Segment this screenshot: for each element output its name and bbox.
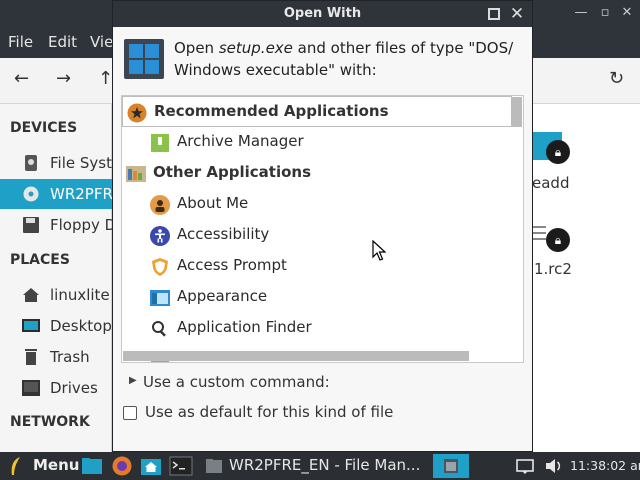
menu-button[interactable]: Menu	[33, 456, 79, 474]
accessibility-icon	[150, 226, 170, 246]
terminal-icon[interactable]	[169, 456, 193, 476]
app-item-access-prompt[interactable]: Access Prompt	[122, 251, 512, 282]
back-arrow-icon[interactable]: ←	[14, 68, 29, 89]
feather-menu-icon[interactable]	[8, 456, 24, 476]
sidebar: DEVICES File System WR2PFRE_EN Floppy Di…	[0, 104, 151, 452]
sidebar-item-label: Desktop	[50, 317, 112, 335]
dialog-title: Open With	[283, 6, 362, 21]
sidebar-item-trash[interactable]: Trash	[0, 342, 112, 372]
application-list[interactable]: Recommended Applications Archive Manager…	[121, 95, 524, 363]
volume-icon[interactable]	[544, 456, 564, 476]
file-label: 1.rc2	[534, 260, 572, 278]
dialog-titlebar: Open With	[113, 1, 532, 27]
home-icon	[23, 288, 39, 302]
maximize-icon[interactable]: ▫	[596, 4, 614, 22]
open-with-dialog: Open With ✕ Open setup.exe and other fil…	[112, 0, 533, 452]
drives-icon	[22, 380, 40, 396]
close-icon[interactable]: ✕	[618, 4, 636, 22]
open-with-task-icon[interactable]	[433, 454, 469, 478]
executable-icon	[124, 39, 164, 79]
sidebar-item-label: linuxlite	[50, 286, 110, 304]
section-label: Recommended Applications	[154, 102, 389, 120]
drive-icon	[25, 155, 37, 171]
maximize-icon[interactable]	[488, 8, 500, 20]
file-manager-task-icon	[206, 459, 222, 473]
section-other-applications[interactable]: Other Applications	[122, 158, 512, 189]
appearance-icon	[150, 290, 170, 306]
custom-command-label: Use a custom command:	[143, 373, 330, 391]
desktop-icon	[22, 319, 40, 332]
app-item-application-finder[interactable]: Application Finder	[122, 313, 512, 344]
lock-icon: 🔒︎	[546, 140, 570, 164]
network-heading: NETWORK	[10, 414, 90, 430]
star-icon	[127, 103, 147, 123]
close-icon[interactable]: ✕	[508, 1, 526, 27]
menu-edit[interactable]: Edit	[48, 33, 77, 51]
sidebar-item-drives[interactable]: Drives	[0, 373, 112, 403]
trash-icon	[25, 349, 37, 365]
file-view: 🔒︎ eadd 🔒︎ 1.rc2	[532, 104, 640, 452]
app-item-accessibility[interactable]: Accessibility	[122, 220, 512, 251]
sidebar-item-desktop[interactable]: Desktop	[0, 311, 112, 341]
sidebar-item-linuxlite[interactable]: linuxlite	[0, 280, 112, 310]
section-recommended-applications[interactable]: Recommended Applications	[122, 96, 512, 127]
floppy-icon	[23, 217, 39, 233]
menu-file[interactable]: File	[8, 33, 33, 51]
sidebar-item-label: Drives	[50, 379, 98, 397]
custom-command-expander[interactable]: ▶ Use a custom command:	[125, 373, 425, 395]
file-label: eadd	[532, 174, 570, 192]
shield-icon	[152, 258, 168, 276]
sidebar-item-label: Trash	[50, 348, 90, 366]
use-as-default-option[interactable]: Use as default for this kind of file	[123, 403, 453, 425]
user-icon	[150, 195, 170, 215]
horizontal-scrollbar[interactable]	[123, 351, 469, 361]
up-arrow-icon[interactable]: ↑	[98, 68, 113, 89]
app-item-about-me[interactable]: About Me	[122, 189, 512, 220]
applications-icon	[126, 166, 146, 182]
filename: setup.exe	[218, 39, 293, 57]
app-label: Application Finder	[177, 318, 312, 336]
mouse-cursor-icon	[372, 240, 386, 261]
lock-icon: 🔒︎	[546, 228, 570, 252]
minimize-icon[interactable]: —	[572, 4, 590, 22]
section-label: Other Applications	[153, 163, 311, 181]
app-label: Archive Manager	[177, 132, 304, 150]
reload-icon[interactable]: ↻	[609, 68, 624, 89]
sidebar-item-file-system[interactable]: File System	[0, 148, 136, 178]
optical-disc-icon	[23, 186, 39, 202]
use-as-default-label: Use as default for this kind of file	[145, 403, 394, 421]
sidebar-item-floppy-disk[interactable]: Floppy Disk	[0, 210, 137, 240]
app-label: Appearance	[177, 287, 268, 305]
app-item-archive-manager[interactable]: Archive Manager	[122, 127, 512, 158]
app-label: Accessibility	[177, 225, 270, 243]
devices-heading: DEVICES	[10, 120, 78, 136]
clock: 11:38:02 am	[570, 458, 640, 473]
app-label: About Me	[177, 194, 249, 212]
taskbar-window-item[interactable]: WR2PFRE_EN - File Man...	[229, 456, 420, 474]
archive-manager-icon	[151, 134, 169, 152]
home-folder-launcher-icon[interactable]	[140, 456, 162, 476]
search-icon	[152, 321, 166, 337]
notification-icon[interactable]	[516, 456, 534, 476]
firefox-icon[interactable]	[111, 456, 133, 476]
app-label: Access Prompt	[177, 256, 287, 274]
taskbar: Menu WR2PFRE_EN - File Man... 11:38:02 a…	[0, 452, 640, 480]
dialog-message: Open setup.exe and other files of type "…	[174, 39, 514, 79]
forward-arrow-icon[interactable]: →	[56, 68, 71, 89]
app-item-appearance[interactable]: Appearance	[122, 282, 512, 313]
vertical-scrollbar[interactable]	[511, 97, 522, 127]
expander-arrow-icon: ▶	[129, 375, 137, 386]
use-as-default-checkbox[interactable]	[123, 406, 137, 420]
places-heading: PLACES	[10, 252, 70, 268]
file-manager-launcher-icon[interactable]	[81, 456, 103, 476]
sidebar-item-wr2pfre-en[interactable]: WR2PFRE_EN	[0, 179, 151, 209]
